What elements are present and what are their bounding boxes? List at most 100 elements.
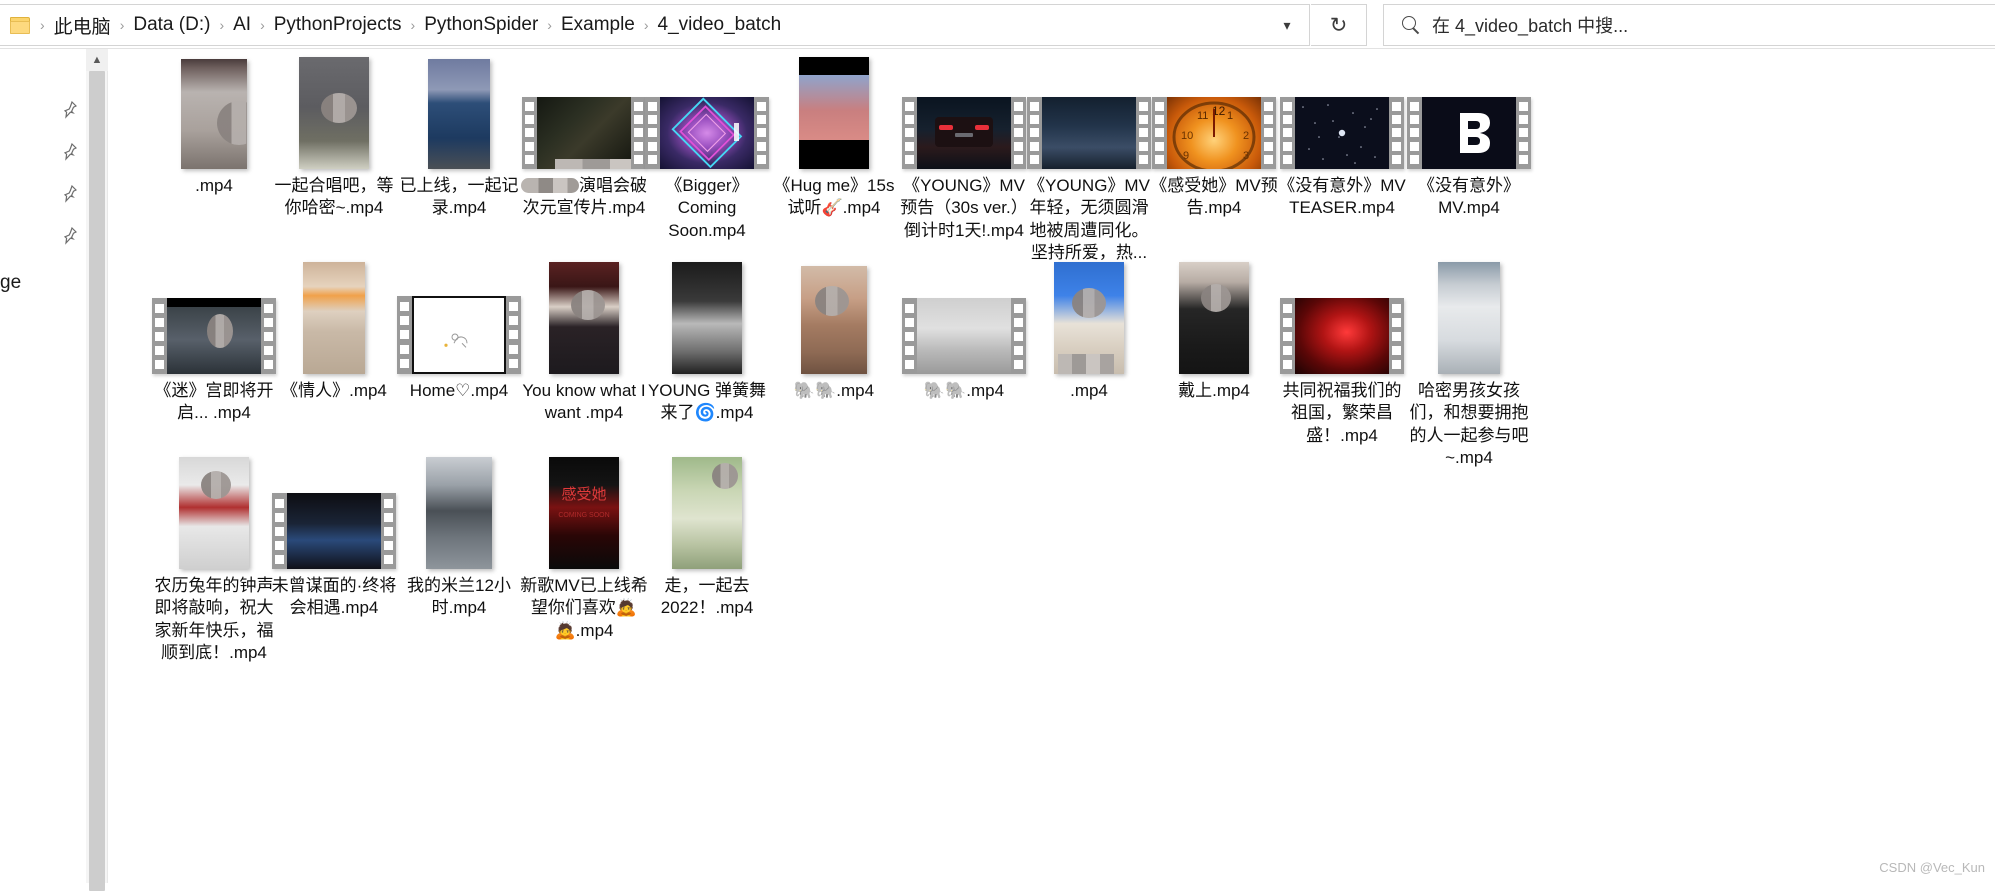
file-name-label: 《没有意外》MV.mp4 xyxy=(1403,175,1535,220)
file-item[interactable]: 共同祝福我们的祖国，繁荣昌盛！.mp4 xyxy=(1277,254,1407,447)
thumbnail xyxy=(1027,49,1151,169)
breadcrumb-separator: › xyxy=(543,17,556,33)
censored-region xyxy=(1058,354,1114,374)
file-item[interactable]: 《迷》宫即将开启... .mp4 xyxy=(149,254,279,425)
breadcrumb-item-3[interactable]: PythonProjects xyxy=(269,11,407,39)
file-name-label: 一起合唱吧，等你哈密~.mp4 xyxy=(268,175,400,220)
search-input[interactable]: 在 4_video_batch 中搜... xyxy=(1383,4,1995,46)
thumbnail xyxy=(799,49,869,169)
file-item[interactable]: 《没有意外》MV.mp4 xyxy=(1404,49,1534,220)
film-sprocket-icon xyxy=(1280,97,1295,169)
file-item[interactable]: 感受她COMING SOON新歌MV已上线希望你们喜欢🙇🙇.mp4 xyxy=(519,449,649,642)
video-frame xyxy=(426,457,492,569)
file-item[interactable]: 《没有意外》MV TEASER.mp4 xyxy=(1277,49,1407,220)
refresh-icon: ↻ xyxy=(1330,13,1348,38)
svg-text:9: 9 xyxy=(1183,150,1189,162)
thumbnail xyxy=(426,449,492,569)
breadcrumb-item-1[interactable]: Data (D:) xyxy=(128,11,215,39)
video-frame xyxy=(1295,298,1389,374)
file-item[interactable]: 哈密男孩女孩们，和想要拥抱的人一起参与吧~.mp4 xyxy=(1404,254,1534,470)
file-item[interactable]: 我的米兰12小时.mp4 xyxy=(394,449,524,620)
video-frame xyxy=(799,57,869,169)
video-frame xyxy=(1054,262,1124,374)
chevron-down-icon[interactable]: ▾ xyxy=(1265,5,1309,45)
breadcrumb-item-2[interactable]: AI xyxy=(228,11,256,39)
file-name-label: 《迷》宫即将开启... .mp4 xyxy=(148,380,280,425)
file-item[interactable]: 走，一起去2022！.mp4 xyxy=(642,449,772,620)
file-item[interactable]: 演唱会破次元宣传片.mp4 xyxy=(519,49,649,220)
video-frame xyxy=(181,59,247,169)
file-item[interactable]: 《Hug me》15s 试听🎸.mp4 xyxy=(769,49,899,220)
video-frame xyxy=(1042,97,1136,169)
file-item[interactable]: 《情人》.mp4 xyxy=(269,254,399,402)
video-frame xyxy=(179,457,249,569)
file-item[interactable]: .mp4 xyxy=(1024,254,1154,402)
thumbnail xyxy=(397,254,521,374)
pin-icon[interactable] xyxy=(60,141,80,163)
pin-icon[interactable] xyxy=(60,183,80,205)
film-sprocket-icon xyxy=(1261,97,1276,169)
file-item[interactable]: 未曾谋面的·终将会相遇.mp4 xyxy=(269,449,399,620)
file-item[interactable]: 《YOUNG》MV预告（30s ver.）倒计时1天!.mp4 xyxy=(899,49,1029,242)
thumbnail xyxy=(902,49,1026,169)
breadcrumb-item-6[interactable]: 4_video_batch xyxy=(653,11,787,39)
video-frame xyxy=(549,262,619,374)
file-item[interactable]: 《Bigger》Coming Soon.mp4 xyxy=(642,49,772,242)
file-name-label: You know what I want .mp4 xyxy=(518,380,650,425)
file-name-label: 农历兔年的钟声即将敲响，祝大家新年快乐，福顺到底！.mp4 xyxy=(148,575,280,665)
censored-region xyxy=(217,101,247,145)
pin-icon[interactable] xyxy=(60,225,80,247)
censored-region xyxy=(555,159,631,169)
video-frame xyxy=(672,457,742,569)
file-item[interactable]: YOUNG 弹簧舞来了🌀.mp4 xyxy=(642,254,772,425)
file-item[interactable]: You know what I want .mp4 xyxy=(519,254,649,425)
film-sprocket-icon xyxy=(902,298,917,374)
file-grid-row: 农历兔年的钟声即将敲响，祝大家新年快乐，福顺到底！.mp4未曾谋面的·终将会相遇… xyxy=(109,449,1995,649)
film-sprocket-icon xyxy=(1407,97,1422,169)
file-item[interactable]: 农历兔年的钟声即将敲响，祝大家新年快乐，福顺到底！.mp4 xyxy=(149,449,279,665)
breadcrumb-item-5[interactable]: Example xyxy=(556,11,640,39)
file-item[interactable]: 已上线，一起记录.mp4 xyxy=(394,49,524,220)
file-item[interactable]: 一起合唱吧，等你哈密~.mp4 xyxy=(269,49,399,220)
file-item[interactable]: 1112110293《感受她》MV预告.mp4 xyxy=(1149,49,1279,220)
video-frame: 感受她COMING SOON xyxy=(549,457,619,569)
video-frame xyxy=(428,59,490,169)
censored-region xyxy=(815,286,849,316)
file-item[interactable]: 🐘🐘.mp4 xyxy=(769,254,899,402)
refresh-button[interactable]: ↻ xyxy=(1311,4,1367,46)
address-bar[interactable]: ›此电脑›Data (D:)›AI›PythonProjects›PythonS… xyxy=(0,4,1310,46)
film-sprocket-icon xyxy=(1389,97,1404,169)
thumbnail xyxy=(303,254,365,374)
video-frame xyxy=(303,262,365,374)
file-item[interactable]: 戴上.mp4 xyxy=(1149,254,1279,402)
film-sprocket-icon xyxy=(1280,298,1295,374)
film-sprocket-icon xyxy=(522,97,537,169)
breadcrumb: ›此电脑›Data (D:)›AI›PythonProjects›PythonS… xyxy=(36,9,1265,42)
vertical-scrollbar[interactable]: ▲ xyxy=(86,49,108,883)
svg-text:3: 3 xyxy=(1243,150,1249,162)
video-frame xyxy=(1295,97,1389,169)
file-name-label: YOUNG 弹簧舞来了🌀.mp4 xyxy=(641,380,773,425)
file-name-label: 🐘🐘.mp4 xyxy=(768,380,900,402)
scroll-up-arrow-icon[interactable]: ▲ xyxy=(86,49,108,71)
scrollbar-thumb[interactable] xyxy=(89,71,105,891)
svg-text:感受她: 感受她 xyxy=(561,486,606,503)
file-item[interactable]: 🐘🐘.mp4 xyxy=(899,254,1029,402)
video-frame xyxy=(917,298,1011,374)
file-name-label: 我的米兰12小时.mp4 xyxy=(393,575,525,620)
file-name-label: 《没有意外》MV TEASER.mp4 xyxy=(1276,175,1408,220)
svg-text:10: 10 xyxy=(1181,130,1193,142)
breadcrumb-item-4[interactable]: PythonSpider xyxy=(419,11,543,39)
file-name-label: 共同祝福我们的祖国，繁荣昌盛！.mp4 xyxy=(1276,380,1408,447)
censored-region xyxy=(712,463,738,489)
film-sprocket-icon xyxy=(754,97,769,169)
file-item[interactable]: Home♡.mp4 xyxy=(394,254,524,402)
thumbnail: 感受她COMING SOON xyxy=(549,449,619,569)
file-name-label: .mp4 xyxy=(148,175,280,197)
breadcrumb-item-0[interactable]: 此电脑 xyxy=(49,9,116,42)
file-item[interactable]: 《YOUNG》MV年轻，无须圆滑地被周遭同化。坚持所爱，热... xyxy=(1024,49,1154,265)
film-sprocket-icon xyxy=(1152,97,1167,169)
pin-icon[interactable] xyxy=(60,99,80,121)
file-item[interactable]: .mp4 xyxy=(149,49,279,197)
file-name-label: 新歌MV已上线希望你们喜欢🙇🙇.mp4 xyxy=(518,575,650,642)
